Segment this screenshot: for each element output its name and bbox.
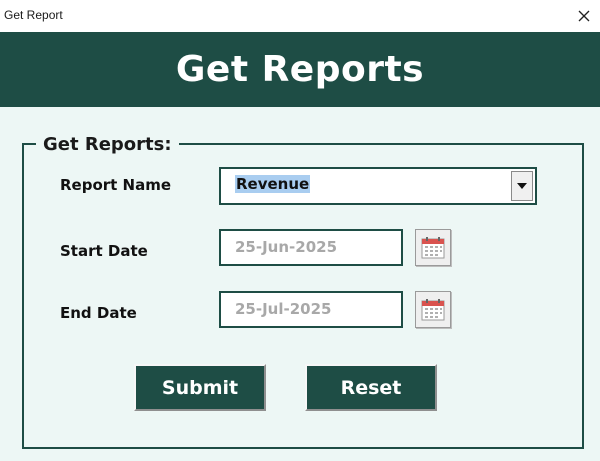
submit-button[interactable]: Submit	[134, 364, 266, 411]
end-date-field[interactable]: 25-Jul-2025	[219, 291, 403, 328]
page-title: Get Reports	[175, 49, 425, 90]
report-name-label: Report Name	[60, 176, 172, 194]
reset-button[interactable]: Reset	[305, 364, 437, 411]
report-name-dropdown[interactable]: Revenue	[219, 167, 537, 205]
calendar-icon	[421, 236, 445, 258]
start-date-label: Start Date	[60, 242, 148, 260]
header-banner: Get Reports	[0, 32, 600, 107]
end-date-label: End Date	[60, 304, 137, 322]
window-title: Get Report	[4, 8, 63, 22]
start-date-field[interactable]: 25-Jun-2025	[219, 229, 403, 266]
start-date-calendar-button[interactable]	[415, 229, 451, 266]
chevron-down-icon	[517, 183, 527, 189]
end-date-calendar-button[interactable]	[415, 291, 451, 328]
report-name-value: Revenue	[235, 175, 311, 193]
report-window: Get Report Get Reports Get Reports: Repo…	[0, 0, 600, 461]
title-bar: Get Report	[0, 0, 600, 32]
close-button[interactable]	[568, 0, 600, 32]
calendar-icon	[421, 298, 445, 320]
group-title: Get Reports:	[36, 134, 179, 155]
dropdown-button[interactable]	[511, 171, 533, 201]
start-date-value: 25-Jun-2025	[235, 238, 338, 256]
end-date-value: 25-Jul-2025	[235, 300, 332, 318]
close-icon	[578, 10, 590, 22]
